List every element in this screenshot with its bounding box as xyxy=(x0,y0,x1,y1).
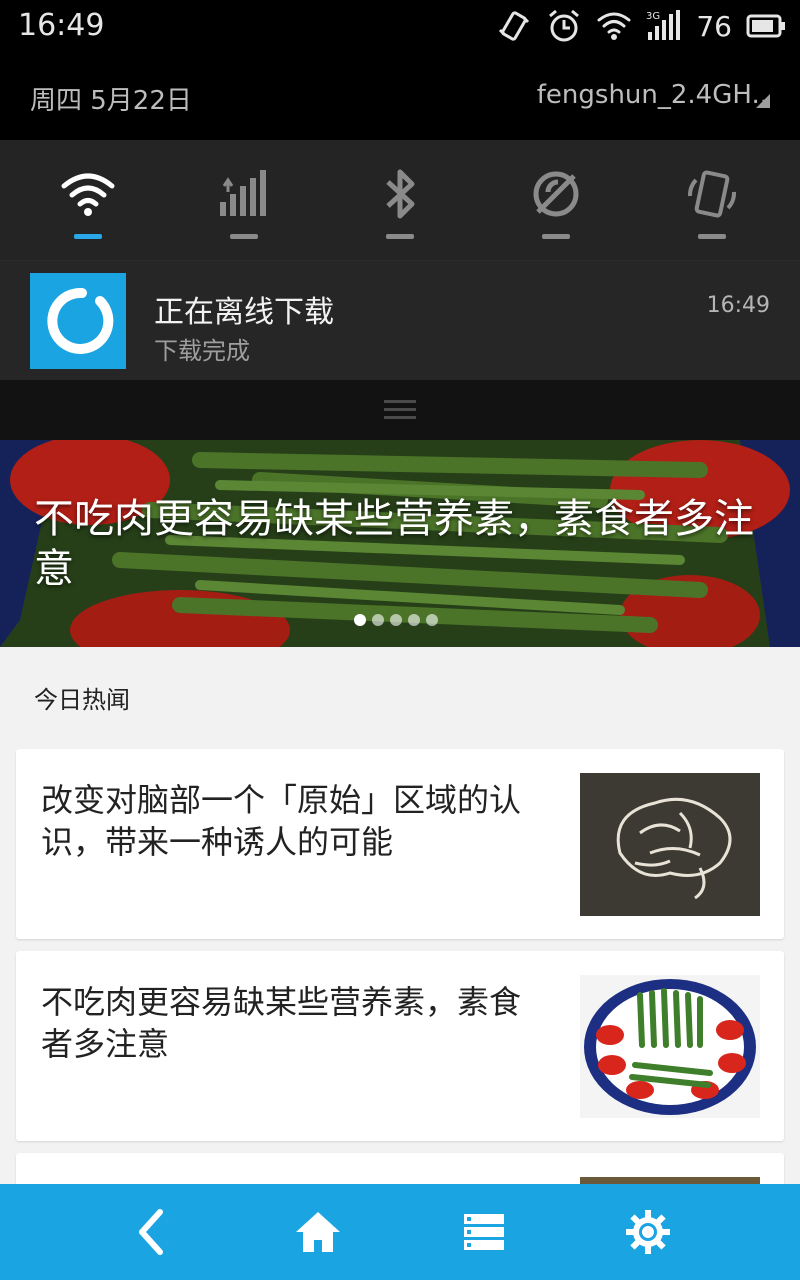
vegetable-plate-image xyxy=(580,975,760,1118)
notification-subtitle: 下载完成 xyxy=(154,337,250,365)
notification-offline-download[interactable]: 正在离线下载 下载完成 16:49 xyxy=(0,261,800,380)
article-title: 改变对脑部一个「原始」区域的认识，带来一种诱人的可能 xyxy=(41,781,522,861)
carousel-dot[interactable] xyxy=(372,614,384,626)
qs-wifi-indicator xyxy=(74,234,102,239)
article-card[interactable]: 改变对脑部一个「原始」区域的认识，带来一种诱人的可能 xyxy=(16,749,784,939)
notification-title: 正在离线下载 xyxy=(154,295,334,330)
qs-rotate-indicator xyxy=(698,234,726,239)
article-card[interactable]: 不吃肉更容易缺某些营养素，素食者多注意 xyxy=(16,951,784,1141)
list-icon xyxy=(464,1214,504,1250)
qs-bluetooth-toggle[interactable] xyxy=(355,162,445,252)
carousel-dot[interactable] xyxy=(354,614,366,626)
app-icon xyxy=(30,273,126,369)
qs-location-toggle[interactable] xyxy=(511,162,601,252)
carousel-dot[interactable] xyxy=(426,614,438,626)
home-icon xyxy=(296,1212,340,1252)
loading-ring-icon xyxy=(47,287,114,354)
shade-date: 周四 5月22日 xyxy=(30,86,192,116)
article-title: 不吃肉更容易缺某些营养素，素食者多注意 xyxy=(41,983,522,1063)
carousel-indicator xyxy=(354,614,438,626)
status-icons: 3G 76 xyxy=(496,8,786,44)
back-button[interactable] xyxy=(124,1206,180,1258)
bottom-nav xyxy=(0,1184,800,1280)
notification-time: 16:49 xyxy=(706,293,770,318)
brain-image xyxy=(580,773,760,916)
section-label: 今日热闻 xyxy=(34,686,130,714)
home-button[interactable] xyxy=(290,1206,346,1258)
quick-settings xyxy=(0,140,800,261)
qs-mobile-data-indicator xyxy=(230,234,258,239)
qs-bluetooth-indicator xyxy=(386,234,414,239)
settings-icon xyxy=(626,1210,670,1254)
qs-rotate-toggle[interactable] xyxy=(667,162,757,252)
rotate-icon xyxy=(688,170,736,218)
drag-handle-icon xyxy=(384,400,416,419)
qs-location-indicator xyxy=(542,234,570,239)
signal-icon xyxy=(220,170,266,216)
wifi-network-name[interactable]: fengshun_2.4GH.. xyxy=(537,80,768,110)
bluetooth-icon xyxy=(386,169,415,219)
shade-header: 周四 5月22日 fengshun_2.4GH.. xyxy=(0,52,800,140)
battery-level: 76 xyxy=(696,9,732,43)
battery-icon xyxy=(746,14,785,38)
wifi-icon xyxy=(597,12,631,40)
status-bar: 16:49 3G 76 xyxy=(0,0,800,52)
list-button[interactable] xyxy=(456,1206,512,1258)
back-icon xyxy=(139,1209,163,1255)
shade-drag-handle[interactable] xyxy=(0,380,800,440)
qs-mobile-data-toggle[interactable] xyxy=(199,162,289,252)
status-time: 16:49 xyxy=(18,8,105,43)
wifi-icon xyxy=(61,173,115,216)
3g-signal-icon: 3G xyxy=(646,10,681,40)
alarm-icon xyxy=(549,9,580,42)
hero-title: 不吃肉更容易缺某些营养素，素食者多注意 xyxy=(34,496,754,592)
carousel-dot[interactable] xyxy=(408,614,420,626)
location-off-icon xyxy=(533,171,579,217)
qs-wifi-toggle[interactable] xyxy=(43,162,133,252)
vibrate-icon xyxy=(499,11,530,41)
settings-button[interactable] xyxy=(620,1206,676,1258)
svg-text:3G: 3G xyxy=(646,11,660,22)
carousel-dot[interactable] xyxy=(390,614,402,626)
dropdown-corner-icon xyxy=(756,94,770,108)
